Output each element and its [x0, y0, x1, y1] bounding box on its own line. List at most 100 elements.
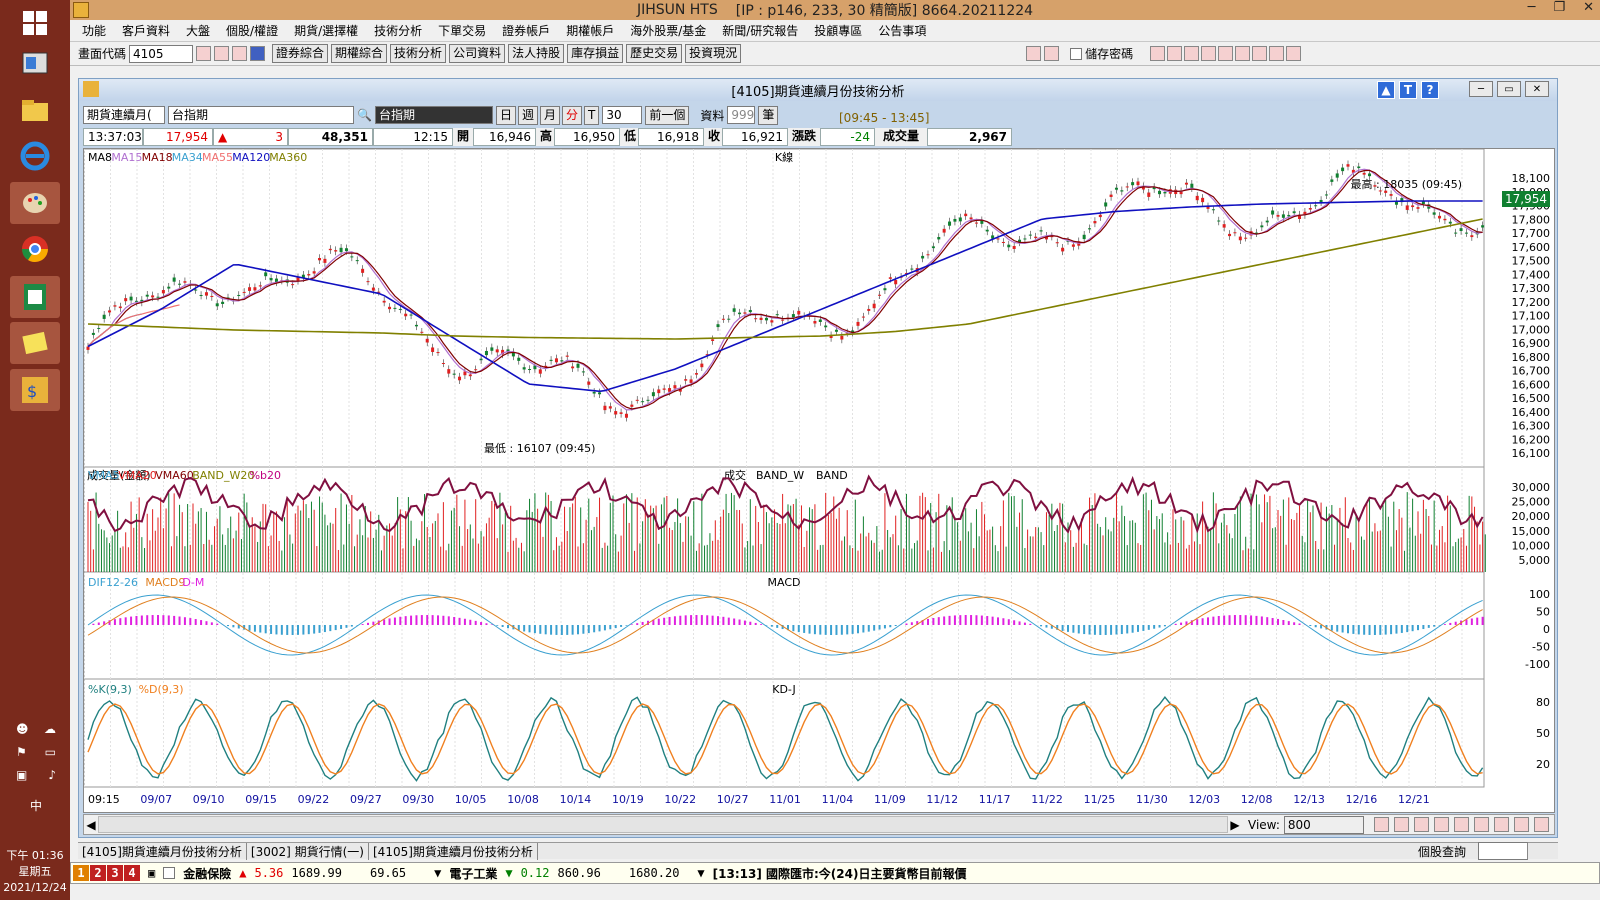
period-button[interactable]: 週: [517, 105, 538, 125]
period-button[interactable]: 月: [539, 105, 560, 125]
chart-area[interactable]: MA8 MA15 MA18 MA34 MA55 MA120 MA360 K線 成交量(金額) VM…: [83, 148, 1555, 813]
menu-item[interactable]: 技術分析: [366, 22, 430, 39]
list-icon[interactable]: [1184, 46, 1200, 61]
paint-app-icon[interactable]: [10, 182, 60, 224]
period-button[interactable]: T: [584, 105, 600, 125]
text-icon[interactable]: [1218, 46, 1234, 61]
stock-query-label[interactable]: 個股查詢: [1414, 843, 1470, 860]
save-password-checkbox[interactable]: [1070, 47, 1083, 60]
menu-item[interactable]: 證券帳戶: [494, 22, 558, 39]
menu-item[interactable]: 新聞/研究報告: [714, 22, 806, 39]
save-icon[interactable]: [1286, 46, 1302, 61]
toolbar-button[interactable]: 公司資料: [449, 44, 506, 63]
view-value[interactable]: 800: [1283, 815, 1364, 834]
chrome-icon[interactable]: [10, 228, 60, 270]
lock-icon[interactable]: ▣: [148, 866, 155, 880]
chart-scrollbar[interactable]: ◀ ▶ View: 800: [83, 814, 1555, 835]
layout-icon[interactable]: [1493, 817, 1509, 832]
red-tool-icon[interactable]: [196, 46, 212, 61]
copy-icon[interactable]: [1473, 817, 1489, 832]
product-select[interactable]: 期貨連續月(: [83, 106, 165, 124]
red-left-arrow-icon[interactable]: [1026, 46, 1042, 61]
window-tab[interactable]: [3002] 期貨行情(一): [247, 842, 369, 860]
stock-query-input[interactable]: [1478, 842, 1528, 860]
spreadsheet-icon[interactable]: [10, 276, 60, 318]
red-right-arrow-icon[interactable]: [1044, 46, 1060, 61]
sticky-notes-icon[interactable]: [10, 322, 60, 364]
chart-tool-icon[interactable]: [232, 46, 248, 61]
pencil-icon[interactable]: [1513, 817, 1529, 832]
ticker-dropdown-2[interactable]: ▼: [697, 866, 704, 880]
dropdown-tool-icon[interactable]: [250, 46, 266, 61]
draw-icon[interactable]: [1150, 46, 1166, 61]
grid-icon[interactable]: [1167, 46, 1183, 61]
symbol-input[interactable]: 台指期: [168, 106, 354, 124]
ie-browser-icon[interactable]: [10, 135, 60, 177]
page-1-button[interactable]: 1: [73, 865, 89, 881]
ticker-checkbox[interactable]: [163, 867, 176, 879]
pin-icon[interactable]: [1252, 46, 1268, 61]
volume-mute-icon[interactable]: ♪: [48, 768, 56, 782]
toolbar-button[interactable]: 期權綜合: [331, 44, 388, 63]
scroll-track[interactable]: [98, 816, 1228, 833]
page-3-button[interactable]: 3: [107, 865, 123, 881]
inner-maximize-icon[interactable]: ▭: [1497, 81, 1521, 97]
reset-icon[interactable]: [1413, 817, 1429, 832]
refresh-icon[interactable]: [1433, 817, 1449, 832]
stack-icon[interactable]: [1235, 46, 1251, 61]
data-count-input[interactable]: 999: [727, 106, 756, 124]
toolbar-button[interactable]: 法人持股: [508, 44, 565, 63]
menu-item[interactable]: 下單交易: [430, 22, 494, 39]
cloud-icon[interactable]: ☁: [44, 722, 56, 736]
restore-icon[interactable]: ❐: [1553, 0, 1565, 15]
windows-start-icon[interactable]: [10, 2, 60, 44]
window-tool-icon[interactable]: [214, 46, 230, 61]
network-icon[interactable]: ▣: [16, 768, 27, 782]
menu-item[interactable]: 海外股票/基金: [622, 22, 714, 39]
period-button[interactable]: 分: [562, 105, 583, 125]
page-2-button[interactable]: 2: [90, 865, 106, 881]
minimize-icon[interactable]: ─: [1528, 0, 1536, 15]
screen-code-input[interactable]: 4105: [129, 44, 194, 63]
file-explorer-icon[interactable]: [10, 89, 60, 131]
toolbar-button[interactable]: 技術分析: [390, 44, 447, 63]
zoom-out-icon[interactable]: [1393, 817, 1409, 832]
scroll-left-icon[interactable]: ◀: [84, 818, 98, 832]
t-button-icon[interactable]: T: [1399, 81, 1417, 99]
inner-close-icon[interactable]: ✕: [1525, 81, 1549, 97]
toolbar-button[interactable]: 歷史交易: [626, 44, 683, 63]
window-tab[interactable]: [4105]期貨連續月份技術分析: [369, 842, 538, 860]
indicator-icon[interactable]: [1453, 817, 1469, 832]
menu-item[interactable]: 功能: [74, 22, 114, 39]
menu-item[interactable]: 個股/權證: [218, 22, 286, 39]
battery-icon[interactable]: ▭: [45, 745, 56, 759]
up-arrow-icon[interactable]: ▲: [1377, 81, 1395, 99]
close-icon[interactable]: ✕: [1583, 0, 1594, 15]
edit-icon[interactable]: [1269, 46, 1285, 61]
menu-item[interactable]: 客戶資料: [114, 22, 178, 39]
ticker-dropdown-1[interactable]: ▼: [434, 866, 441, 880]
period-button[interactable]: 日: [495, 105, 516, 125]
technical-chart-svg[interactable]: MA8 MA15 MA18 MA34 MA55 MA120MA360 K線成交量(金額)VM…: [83, 148, 1554, 812]
people-icon[interactable]: ☻: [16, 722, 29, 736]
page-4-button[interactable]: 4: [124, 865, 140, 881]
taskbar-clock[interactable]: 下午 01:36 星期五 2021/12/24: [0, 848, 70, 896]
doc-icon[interactable]: [1201, 46, 1217, 61]
toolbar-button[interactable]: 證券綜合: [272, 44, 329, 63]
menu-item[interactable]: 大盤: [178, 22, 218, 39]
flag-icon[interactable]: ⚑: [16, 745, 27, 759]
zoom-in-icon[interactable]: [1373, 817, 1389, 832]
ticker-news[interactable]: [13:13] 國際匯市:今(24)日主要貨幣目前報價: [713, 865, 967, 882]
inner-minimize-icon[interactable]: ─: [1469, 81, 1493, 97]
menu-item[interactable]: 期權帳戶: [558, 22, 622, 39]
menu-item[interactable]: 期貨/選擇權: [286, 22, 366, 39]
menu-item[interactable]: 投顧專區: [806, 22, 870, 39]
window-tab[interactable]: [4105]期貨連續月份技術分析: [78, 842, 247, 860]
task-view-icon[interactable]: [10, 42, 60, 84]
menu-item[interactable]: 公告事項: [870, 22, 934, 39]
prev-button[interactable]: 前一個: [645, 105, 690, 125]
help-icon[interactable]: ?: [1421, 81, 1439, 99]
scroll-right-icon[interactable]: ▶: [1228, 818, 1242, 832]
toolbar-button[interactable]: 庫存損益: [567, 44, 624, 63]
search-icon[interactable]: 🔍: [357, 108, 372, 122]
